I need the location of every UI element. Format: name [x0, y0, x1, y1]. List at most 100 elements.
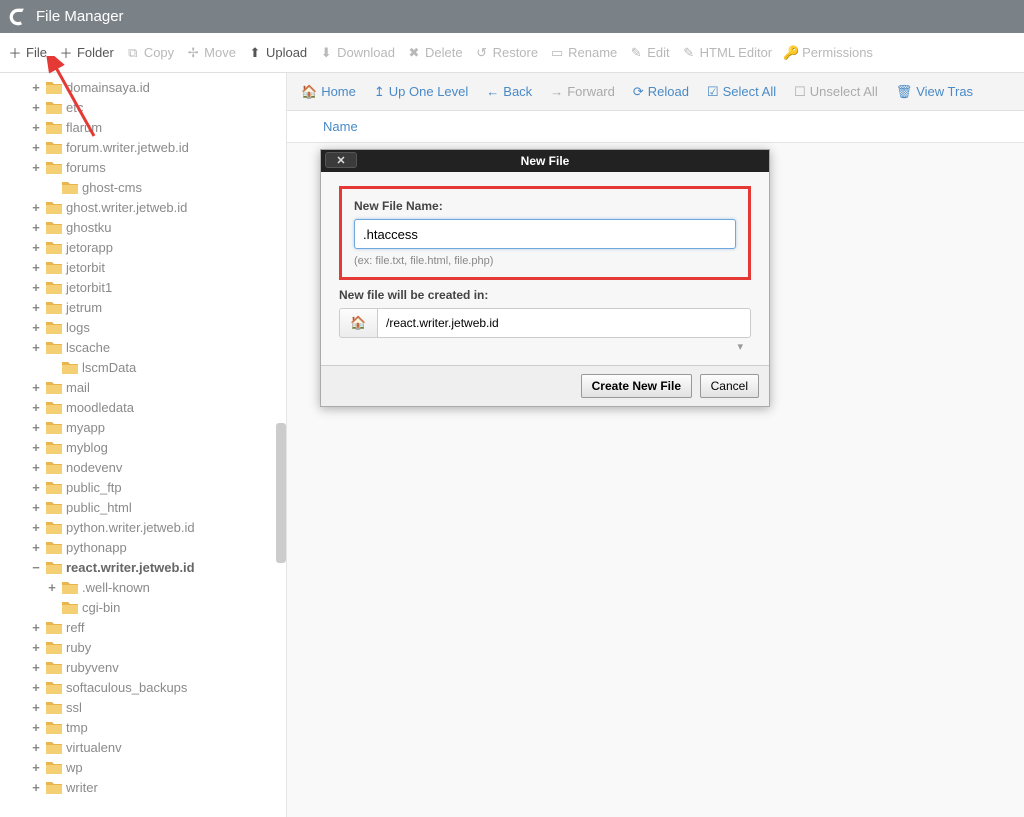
- reload-button[interactable]: ⟳Reload: [633, 84, 689, 100]
- tree-toggle-icon[interactable]: +: [30, 140, 42, 155]
- tree-toggle-icon[interactable]: +: [30, 460, 42, 475]
- permissions-button[interactable]: 🔑Permissions: [784, 45, 873, 60]
- tree-node[interactable]: +wp: [14, 757, 286, 777]
- tree-node[interactable]: +public_ftp: [14, 477, 286, 497]
- tree-toggle-icon[interactable]: +: [30, 120, 42, 135]
- tree-toggle-icon[interactable]: +: [30, 640, 42, 655]
- rename-button[interactable]: ▭Rename: [550, 45, 617, 60]
- tree-node[interactable]: +writer: [14, 777, 286, 797]
- tree-node[interactable]: +ruby: [14, 637, 286, 657]
- tree-toggle-icon[interactable]: +: [30, 720, 42, 735]
- filename-input[interactable]: [354, 219, 736, 249]
- tree-toggle-icon[interactable]: +: [30, 420, 42, 435]
- tree-toggle-icon[interactable]: −: [30, 560, 42, 575]
- delete-button[interactable]: ✖Delete: [407, 45, 463, 60]
- edit-button[interactable]: ✎Edit: [629, 45, 669, 60]
- tree-node[interactable]: +tmp: [14, 717, 286, 737]
- tree-node[interactable]: +logs: [14, 317, 286, 337]
- tree-toggle-icon[interactable]: +: [30, 440, 42, 455]
- tree-node[interactable]: +jetrum: [14, 297, 286, 317]
- tree-node[interactable]: +ssl: [14, 697, 286, 717]
- tree-toggle-icon[interactable]: +: [30, 700, 42, 715]
- copy-button[interactable]: ⧉Copy: [126, 45, 174, 60]
- dialog-titlebar[interactable]: ✕ New File: [321, 150, 769, 172]
- move-button[interactable]: ✢Move: [186, 45, 236, 60]
- cancel-button[interactable]: Cancel: [700, 374, 759, 398]
- tree-node[interactable]: +rubyvenv: [14, 657, 286, 677]
- sidebar-scrollbar[interactable]: [276, 423, 286, 563]
- tree-node[interactable]: +python.writer.jetweb.id: [14, 517, 286, 537]
- create-new-file-button[interactable]: Create New File: [581, 374, 692, 398]
- tree-toggle-icon[interactable]: +: [30, 260, 42, 275]
- tree-node[interactable]: +nodevenv: [14, 457, 286, 477]
- upload-button[interactable]: ⬆Upload: [248, 45, 307, 60]
- tree-node[interactable]: +jetorbit: [14, 257, 286, 277]
- tree-toggle-icon[interactable]: +: [30, 500, 42, 515]
- tree-node[interactable]: −react.writer.jetweb.id: [14, 557, 286, 577]
- new-file-button[interactable]: ＋File: [8, 45, 47, 60]
- tree-toggle-icon[interactable]: +: [30, 100, 42, 115]
- listing-header[interactable]: Name: [287, 111, 1024, 143]
- tree-toggle-icon[interactable]: +: [30, 240, 42, 255]
- tree-node[interactable]: cgi-bin: [14, 597, 286, 617]
- tree-node[interactable]: +lscache: [14, 337, 286, 357]
- restore-button[interactable]: ↺Restore: [475, 45, 539, 60]
- tree-toggle-icon[interactable]: +: [30, 680, 42, 695]
- tree-node[interactable]: +forums: [14, 157, 286, 177]
- tree-node[interactable]: +ghost.writer.jetweb.id: [14, 197, 286, 217]
- tree-node[interactable]: +domainsaya.id: [14, 77, 286, 97]
- tree-toggle-icon[interactable]: +: [30, 740, 42, 755]
- tree-toggle-icon[interactable]: +: [30, 660, 42, 675]
- tree-node[interactable]: +public_html: [14, 497, 286, 517]
- tree-node[interactable]: lscmData: [14, 357, 286, 377]
- tree-node[interactable]: +moodledata: [14, 397, 286, 417]
- tree-node[interactable]: +flarum: [14, 117, 286, 137]
- tree-toggle-icon[interactable]: +: [30, 540, 42, 555]
- tree-node[interactable]: ghost-cms: [14, 177, 286, 197]
- folder-tree-sidebar[interactable]: +domainsaya.id+etc+flarum+forum.writer.j…: [0, 73, 287, 817]
- new-folder-button[interactable]: ＋Folder: [59, 45, 114, 60]
- tree-node[interactable]: +etc: [14, 97, 286, 117]
- tree-toggle-icon[interactable]: +: [30, 380, 42, 395]
- tree-toggle-icon[interactable]: +: [30, 200, 42, 215]
- tree-toggle-icon[interactable]: +: [30, 320, 42, 335]
- dialog-close-button[interactable]: ✕: [325, 152, 357, 168]
- tree-toggle-icon[interactable]: +: [30, 300, 42, 315]
- tree-toggle-icon[interactable]: +: [30, 160, 42, 175]
- dialog-resize-handle[interactable]: ▾: [339, 338, 751, 353]
- tree-node[interactable]: +pythonapp: [14, 537, 286, 557]
- location-input[interactable]: [377, 308, 751, 338]
- tree-toggle-icon[interactable]: +: [30, 520, 42, 535]
- tree-node[interactable]: +softaculous_backups: [14, 677, 286, 697]
- tree-node[interactable]: +mail: [14, 377, 286, 397]
- tree-node[interactable]: +.well-known: [14, 577, 286, 597]
- home-button[interactable]: 🏠Home: [301, 84, 356, 100]
- tree-toggle-icon[interactable]: +: [30, 220, 42, 235]
- html-editor-button[interactable]: ✎HTML Editor: [682, 45, 772, 60]
- tree-node[interactable]: +ghostku: [14, 217, 286, 237]
- tree-toggle-icon[interactable]: +: [30, 760, 42, 775]
- tree-node[interactable]: +myblog: [14, 437, 286, 457]
- tree-node[interactable]: +virtualenv: [14, 737, 286, 757]
- tree-toggle-icon[interactable]: +: [30, 340, 42, 355]
- tree-toggle-icon[interactable]: +: [30, 480, 42, 495]
- tree-toggle-icon[interactable]: +: [30, 620, 42, 635]
- tree-toggle-icon[interactable]: +: [30, 400, 42, 415]
- tree-toggle-icon[interactable]: +: [46, 580, 58, 595]
- tree-toggle-icon[interactable]: +: [30, 780, 42, 795]
- tree-node[interactable]: +myapp: [14, 417, 286, 437]
- unselect-all-button[interactable]: ☐Unselect All: [794, 84, 878, 100]
- tree-toggle-icon[interactable]: +: [30, 280, 42, 295]
- tree-node[interactable]: +reff: [14, 617, 286, 637]
- tree-node[interactable]: +forum.writer.jetweb.id: [14, 137, 286, 157]
- select-all-button[interactable]: ☑Select All: [707, 84, 776, 100]
- back-button[interactable]: ←Back: [486, 84, 532, 99]
- tree-toggle-icon[interactable]: +: [30, 80, 42, 95]
- view-trash-button[interactable]: 🗑View Tras: [896, 84, 973, 100]
- tree-node[interactable]: +jetorbit1: [14, 277, 286, 297]
- up-one-level-button[interactable]: ↥Up One Level: [374, 84, 468, 100]
- home-folder-button[interactable]: 🏠: [339, 308, 377, 338]
- download-button[interactable]: ⬇Download: [319, 45, 395, 60]
- forward-button[interactable]: →Forward: [550, 84, 615, 99]
- tree-node[interactable]: +jetorapp: [14, 237, 286, 257]
